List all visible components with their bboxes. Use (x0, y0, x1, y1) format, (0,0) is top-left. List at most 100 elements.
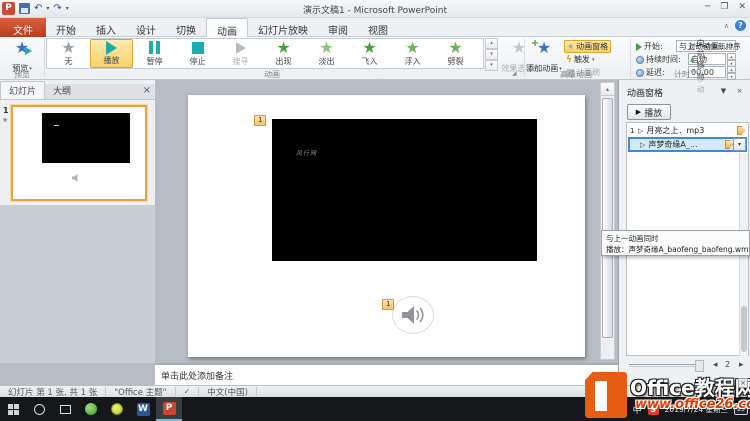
gallery-scroll-up-icon[interactable]: ▴ (485, 38, 498, 49)
start-button[interactable] (0, 397, 26, 421)
gallery-scroll-down-icon[interactable]: ▾ (485, 49, 498, 60)
notes-area[interactable]: 单击此处添加备注 (155, 363, 618, 385)
add-animation-icon: ★+ (537, 40, 551, 56)
slides-pane-close-icon[interactable]: × (143, 86, 151, 96)
flyin-star-icon: ★ (362, 40, 376, 56)
item-dropdown-icon[interactable]: ▾ (733, 138, 746, 151)
gallery-item-label: 出现 (276, 56, 292, 67)
tab-insert[interactable]: 插入 (86, 18, 126, 37)
animation-item-audio[interactable]: 1 ▷ 月亮之上．mp3 (628, 124, 747, 137)
help-icon[interactable]: ? (735, 20, 746, 31)
tab-animations[interactable]: 动画 (206, 18, 248, 37)
animation-group-label: 动画 (46, 69, 498, 80)
theme-status[interactable]: "Office 主题" (106, 387, 175, 397)
slides-pane-tabs: 幻灯片 大纲 (0, 84, 155, 100)
powerpoint-window: P ↶ ▾ ↷ ▾ 演示文稿1 - Microsoft PowerPoint ─… (0, 0, 750, 421)
slide-thumbnail[interactable] (11, 105, 147, 201)
animation-item-video[interactable]: ▷ 声梦奇缘A_... ▾ (628, 137, 747, 152)
animation-gallery: ★ 无 播放 暂停 停止 搜寻 ★ 出现 (46, 38, 484, 69)
task-view-button[interactable] (52, 397, 78, 421)
animation-pane-menu-icon[interactable]: ▼ (717, 85, 730, 97)
cortana-button[interactable] (26, 397, 52, 421)
restore-button[interactable]: ❐ (720, 2, 728, 12)
taskbar-word[interactable]: W (130, 397, 156, 421)
tab-review[interactable]: 审阅 (318, 18, 358, 37)
gallery-item-label: 暂停 (147, 56, 163, 67)
move-later-icon: ▼ (690, 69, 695, 76)
close-button[interactable]: ✕ (738, 2, 746, 12)
gallery-item-label: 劈裂 (448, 56, 464, 67)
taskbar-app-2[interactable] (104, 397, 130, 421)
tab-home[interactable]: 开始 (46, 18, 86, 37)
slide-canvas[interactable]: 风行网 1 1 (188, 95, 585, 357)
play-icon: ▶ (636, 108, 641, 116)
gallery-item-split[interactable]: ★ 劈裂 (434, 39, 477, 68)
tab-outline[interactable]: 大纲 (45, 82, 79, 99)
thumbnail-speaker-icon (71, 173, 83, 183)
scrollbar-up-icon[interactable]: ▴ (601, 83, 614, 96)
gallery-item-floatin[interactable]: ★ 浮入 (391, 39, 434, 68)
animation-dialog-launcher-icon[interactable]: ◢ (512, 70, 517, 77)
watermark-url: www.office26.com (635, 397, 750, 412)
slide-editor: 风行网 1 1 (155, 80, 618, 363)
taskbar-app-1[interactable] (78, 397, 104, 421)
trigger-button[interactable]: ϟ 触发 ▾ (566, 53, 594, 66)
collapse-ribbon-icon[interactable]: ∧ (724, 22, 729, 30)
main-vertical-scrollbar[interactable]: ▴ (600, 82, 615, 360)
advanced-group-label: 高级动画 (526, 69, 626, 80)
stop-media-icon (192, 42, 204, 54)
tab-view[interactable]: 视图 (358, 18, 398, 37)
play-media-icon (106, 41, 117, 55)
windows-logo-icon (8, 404, 19, 415)
duration-spinner[interactable]: ▴▾ (727, 53, 736, 65)
slide-number: 1 (3, 106, 9, 115)
video-object[interactable]: 风行网 (272, 119, 537, 261)
gallery-item-play[interactable]: 播放 (90, 39, 133, 68)
trigger-icon: ϟ (566, 55, 572, 65)
word-icon: W (137, 403, 150, 416)
watermark-close-icon[interactable]: × (738, 378, 748, 388)
taskbar-powerpoint[interactable]: P (156, 397, 182, 421)
tab-design[interactable]: 设计 (126, 18, 166, 37)
gallery-item-none[interactable]: ★ 无 (47, 39, 90, 68)
gallery-item-label: 无 (65, 56, 73, 67)
audio-speaker-icon[interactable] (400, 303, 426, 327)
video-watermark-text: 风行网 (296, 148, 317, 157)
gallery-item-pause[interactable]: 暂停 (133, 39, 176, 68)
animation-pane-close-icon[interactable]: × (733, 85, 746, 97)
appear-star-icon: ★ (276, 40, 290, 56)
slide-animation-indicator-icon[interactable]: ★ (2, 116, 8, 124)
workspace: 幻灯片 大纲 × 1 ★ 风行网 1 (0, 80, 750, 385)
duration-label: 持续时间: (636, 53, 681, 66)
pause-media-icon (149, 41, 160, 54)
floatin-star-icon: ★ (405, 40, 419, 56)
language-status[interactable]: 中文(中国) (199, 387, 257, 397)
animation-pane-title: 动画窗格 (627, 86, 663, 99)
gallery-item-stop[interactable]: 停止 (176, 39, 219, 68)
animation-play-button[interactable]: ▶ 播放 (627, 104, 671, 120)
move-earlier-icon: ▲ (690, 56, 695, 63)
animation-pane-button[interactable]: ★ 动画窗格 (564, 40, 611, 53)
duration-clock-icon (636, 56, 644, 64)
scrollbar-thumb[interactable] (602, 98, 613, 338)
start-icon (636, 43, 642, 51)
ribbon: ★ 预览▾ 预览 ★ 无 播放 暂停 停止 (0, 37, 750, 80)
seek-media-icon (236, 42, 246, 54)
tab-transitions[interactable]: 切换 (166, 18, 206, 37)
gallery-item-fade[interactable]: ★ 淡出 (305, 39, 348, 68)
gallery-item-label: 淡出 (319, 56, 335, 67)
tab-slides[interactable]: 幻灯片 (0, 81, 45, 99)
audio-sequence-badge: 1 (382, 299, 394, 310)
tooltip-media-file: 播放：声梦奇缘A_baofeng_baofeng.wmv (602, 244, 749, 255)
video-sequence-badge: 1 (254, 115, 266, 126)
tab-slideshow[interactable]: 幻灯片放映 (248, 18, 318, 37)
minimize-button[interactable]: ─ (705, 2, 710, 12)
timing-group-label: 计时 (632, 69, 732, 80)
spellcheck-icon[interactable]: ✓ (184, 387, 191, 396)
media-play-icon: ▷ (640, 141, 645, 149)
gallery-scroll: ▴ ▾ ▾ (485, 38, 498, 69)
tab-file[interactable]: 文件 (0, 18, 46, 37)
timeline-marker-icon (737, 126, 745, 135)
gallery-item-flyin[interactable]: ★ 飞入 (348, 39, 391, 68)
gallery-item-appear[interactable]: ★ 出现 (262, 39, 305, 68)
